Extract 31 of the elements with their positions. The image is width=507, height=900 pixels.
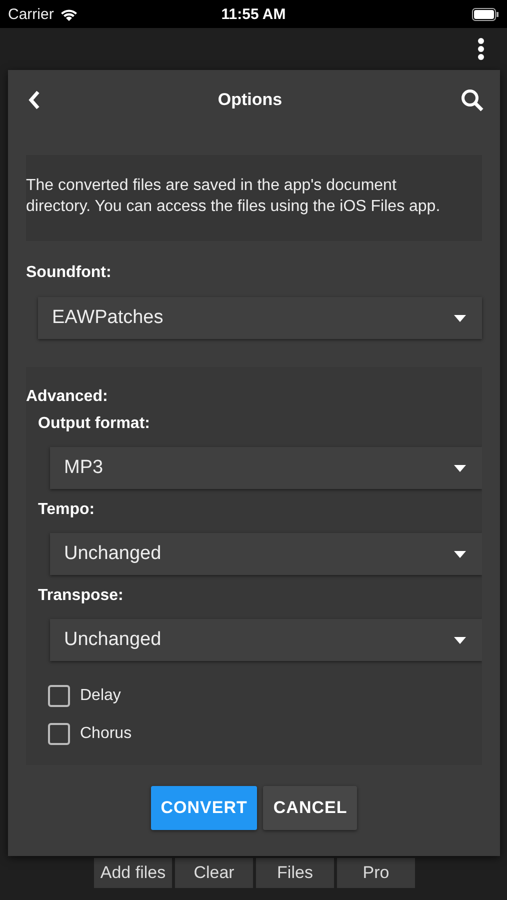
caret-icon bbox=[454, 636, 466, 644]
soundfont-label: Soundfont: bbox=[26, 264, 112, 282]
toolbar-tab[interactable]: Clear bbox=[175, 858, 253, 888]
checkbox[interactable] bbox=[48, 685, 70, 707]
dialog-title: Options bbox=[218, 90, 282, 110]
toolbar-tab[interactable]: Pro bbox=[337, 858, 415, 888]
info-text: The converted files are saved in the app's document directory. You can access the files using the iOS Files app. bbox=[26, 155, 482, 241]
option-select[interactable]: MP3 bbox=[50, 447, 482, 489]
option-select[interactable]: Unchanged bbox=[50, 619, 482, 661]
cancel-button[interactable]: CANCEL bbox=[263, 786, 358, 830]
option-select[interactable]: Unchanged bbox=[50, 533, 482, 575]
more-icon[interactable] bbox=[477, 37, 485, 61]
toolbar-tab[interactable]: Add files bbox=[94, 858, 172, 888]
option-label: Tempo: bbox=[38, 501, 96, 519]
checkbox-label: Delay bbox=[80, 687, 121, 705]
checkbox[interactable] bbox=[48, 723, 70, 745]
caret-icon bbox=[454, 550, 466, 558]
back-icon[interactable] bbox=[28, 90, 40, 110]
caret-icon bbox=[454, 314, 466, 322]
clock-time: 11:55 AM bbox=[221, 6, 286, 22]
battery-icon bbox=[472, 8, 499, 20]
option-label: Transpose: bbox=[38, 587, 124, 605]
advanced-label: Advanced: bbox=[26, 388, 109, 406]
toolbar-tab[interactable]: Files bbox=[256, 858, 334, 888]
option-label: Output format: bbox=[38, 415, 151, 433]
search-icon[interactable] bbox=[460, 88, 484, 112]
checkbox-label: Chorus bbox=[80, 725, 132, 743]
wifi-icon bbox=[60, 8, 78, 20]
soundfont-select[interactable]: EAWPatches bbox=[38, 297, 482, 339]
caret-icon bbox=[454, 464, 466, 472]
carrier-label: Carrier bbox=[8, 6, 54, 22]
